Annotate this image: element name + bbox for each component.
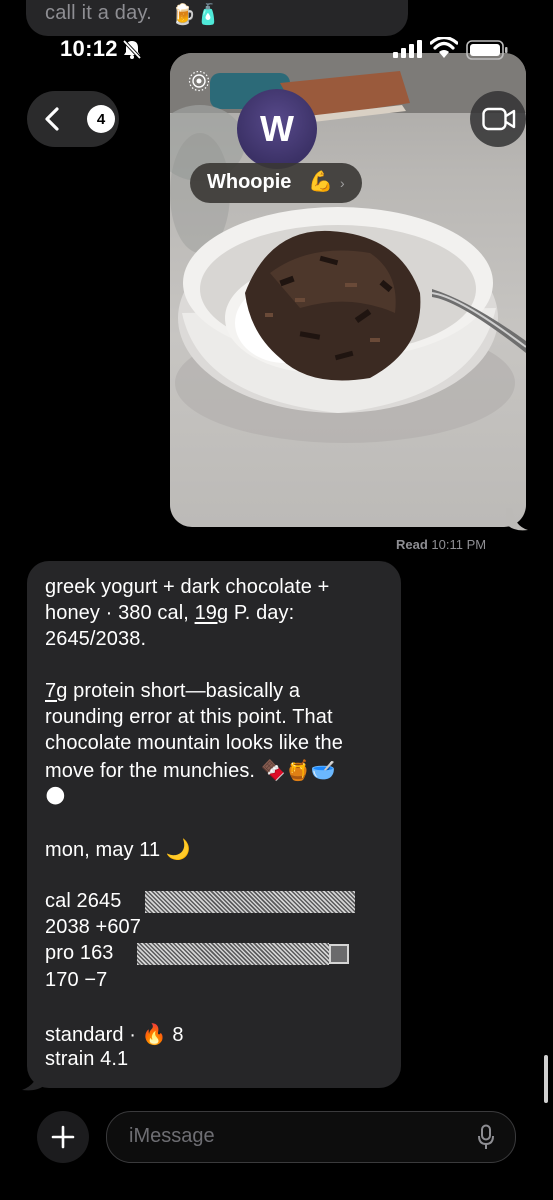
strain-line: strain 4.1: [45, 1048, 129, 1070]
calories-detail: 2038 +607: [45, 916, 141, 938]
status-time: 10:12: [60, 36, 118, 61]
protein-detail: 170 −7: [45, 969, 108, 991]
contact-name: Whoopie: [207, 171, 292, 193]
protein-short-link[interactable]: 7g: [45, 680, 67, 702]
reply-line: 🌑: [45, 786, 66, 808]
contact-avatar[interactable]: W: [237, 89, 317, 169]
live-photo-icon: [188, 70, 210, 92]
back-button[interactable]: 4: [27, 91, 119, 147]
facetime-video-button[interactable]: [470, 91, 526, 147]
reply-line: chocolate mountain looks like the: [45, 732, 343, 754]
calories-label: cal 2645: [45, 890, 122, 912]
video-camera-icon: [482, 107, 516, 131]
reply-line: 7g protein short—basically a: [45, 680, 301, 702]
date-line: mon, may 11 🌙: [45, 839, 191, 861]
message-placeholder: iMessage: [129, 1125, 215, 1147]
chevron-right-icon: ›: [340, 175, 345, 191]
signal-icon: [393, 40, 422, 58]
photo-bubble-tail: [506, 508, 528, 531]
message-input[interactable]: iMessage: [106, 1111, 516, 1163]
add-attachment-button[interactable]: [37, 1111, 89, 1163]
wifi-icon: [430, 37, 458, 58]
calories-progress-bar: [145, 891, 355, 913]
received-message-bubble[interactable]: greek yogurt + dark chocolate + honey · …: [27, 561, 401, 1088]
protein-label: pro 163: [45, 942, 114, 964]
scrollbar[interactable]: [544, 1055, 548, 1103]
contact-name-button[interactable]: Whoopie 💪 ›: [190, 163, 362, 203]
plus-icon: [51, 1125, 75, 1149]
reply-line: greek yogurt + dark chocolate +: [45, 576, 330, 598]
microphone-icon[interactable]: [477, 1124, 495, 1150]
protein-link[interactable]: 19g: [195, 602, 229, 624]
previous-message-emoji: 🍺🧴: [171, 4, 221, 26]
reply-line: rounding error at this point. That: [45, 706, 333, 728]
chevron-left-icon: [45, 107, 59, 131]
protein-remaining-block: [329, 944, 349, 964]
bell-slash-icon: [122, 39, 142, 60]
read-time: 10:11 PM: [431, 537, 487, 552]
contact-emoji: 💪: [308, 171, 333, 193]
previous-message-text: call it a day.: [45, 2, 152, 24]
protein-progress-bar: [137, 943, 329, 965]
read-label: Read: [396, 537, 428, 552]
battery-icon: [466, 40, 508, 60]
reply-line: move for the munchies. 🍫🍯🥣: [45, 760, 336, 782]
reply-line: 2645/2038.: [45, 628, 147, 650]
unread-count-badge: 4: [87, 105, 115, 133]
read-receipt: Read 10:11 PM: [396, 537, 486, 552]
reply-line: honey · 380 cal, 19g P. day:: [45, 602, 295, 624]
standard-line: standard · 🔥 8: [45, 1024, 184, 1046]
